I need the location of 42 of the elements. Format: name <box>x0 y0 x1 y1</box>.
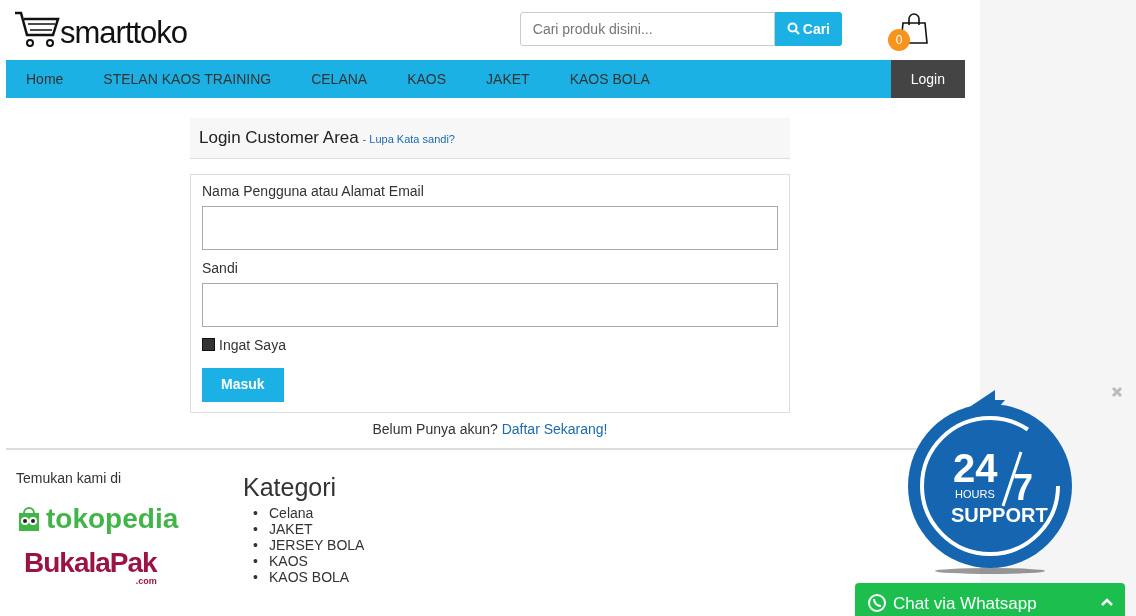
search-field[interactable]: Cari produk disini... <box>519 12 775 46</box>
category-heading: Kategori <box>243 473 338 501</box>
nav-link[interactable]: KAOS BOLA <box>549 60 670 98</box>
logo-text[interactable]: smarttoko <box>60 17 188 48</box>
field-label: Sandi <box>202 258 239 278</box>
badge-number: 24 <box>953 446 998 490</box>
register-prompt: Belum Punya akun? <box>372 420 498 437</box>
bullet: • <box>253 537 259 553</box>
close-icon[interactable] <box>1111 386 1123 398</box>
login-link[interactable]: Login <box>890 60 965 98</box>
category-link[interactable]: Celana <box>269 505 314 521</box>
chevron-up-icon <box>1101 598 1113 606</box>
bullet: • <box>253 505 259 521</box>
search-icon <box>786 21 800 35</box>
remember-label: Ingat Saya <box>219 336 286 353</box>
marketplace-logo-text[interactable]: BukalaPak .com <box>24 548 157 586</box>
nav-link[interactable]: KAOS <box>387 60 467 98</box>
checkbox[interactable] <box>202 337 215 351</box>
forgot-password-link[interactable]: - Lupa Kata sandi? <box>362 133 455 145</box>
find-us-text: Temukan kami di <box>16 468 123 488</box>
category-link[interactable]: KAOS BOLA <box>269 569 350 585</box>
nav-link[interactable]: JAKET <box>466 60 550 98</box>
input-field[interactable] <box>202 282 778 327</box>
category-link[interactable]: KAOS <box>269 553 308 569</box>
cart-count: 0 <box>888 29 910 51</box>
nav-link[interactable]: STELAN KAOS TRAINING <box>83 60 292 98</box>
register-link[interactable]: Daftar Sekarang! <box>501 420 608 437</box>
badge-label: HOURS <box>955 488 995 500</box>
field-label: Nama Pengguna atau Alamat Email <box>202 181 425 201</box>
bullet: • <box>253 569 259 585</box>
bullet: • <box>253 521 259 537</box>
owl-bag-icon <box>16 504 42 533</box>
shopping-bag-icon[interactable] <box>900 13 928 45</box>
category-link[interactable]: JAKET <box>269 521 313 537</box>
whatsapp-icon <box>867 593 887 613</box>
cart-logo-icon <box>14 10 60 48</box>
category-link[interactable]: JERSEY BOLA <box>269 537 365 553</box>
nav-link[interactable]: CELANA <box>291 60 388 98</box>
nav-link[interactable]: Home <box>6 60 84 98</box>
login-title: Login Customer Area <box>199 128 359 147</box>
bullet: • <box>253 553 259 569</box>
input-field[interactable] <box>202 205 778 250</box>
